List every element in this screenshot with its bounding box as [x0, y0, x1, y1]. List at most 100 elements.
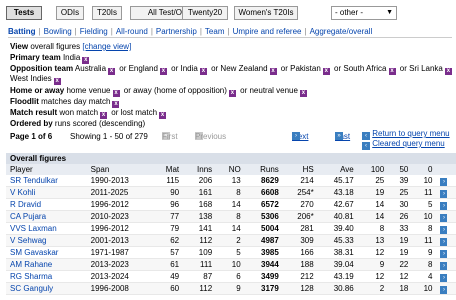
table-cell: 43.18 [317, 186, 358, 199]
remove-filter-icon[interactable]: x [112, 101, 120, 108]
remove-filter-icon[interactable]: x [322, 68, 330, 75]
remove-filter-icon[interactable]: x [299, 90, 307, 97]
row-details-button[interactable]: › [436, 198, 456, 211]
remove-filter-icon[interactable]: x [108, 68, 116, 75]
player-link[interactable]: SR Tendulkar [6, 175, 87, 187]
table-cell: 39 [388, 175, 413, 187]
nav-team[interactable]: Team [205, 27, 225, 36]
row-details-button[interactable]: › [436, 186, 456, 199]
table-cell: 10 [412, 210, 437, 223]
table-cell: 14 [357, 210, 389, 223]
nav-partnership[interactable]: Partnership [156, 27, 197, 36]
arrow-right-icon[interactable]: › [440, 262, 448, 270]
column-header[interactable]: Inns [183, 164, 217, 175]
remove-filter-icon[interactable]: x [53, 78, 61, 85]
table-cell: 188 [282, 258, 318, 271]
arrow-right-icon[interactable]: › [440, 226, 448, 234]
column-header[interactable]: NO [216, 164, 245, 175]
next-icon[interactable]: › [292, 132, 300, 140]
row-details-button[interactable]: › [436, 222, 456, 235]
nav-all-round[interactable]: All-round [116, 27, 148, 36]
player-link[interactable]: R Dravid [6, 198, 87, 211]
row-details-button[interactable]: › [436, 282, 456, 295]
table-cell: 8 [216, 186, 245, 199]
other-format-select[interactable]: - other - ▼ [331, 6, 397, 20]
table-row: SC Ganguly 1996-2008 60 112 9 3179 128 30.86 2 18… [6, 282, 456, 295]
row-details-button[interactable]: › [436, 210, 456, 223]
row-details-button[interactable]: › [436, 246, 456, 259]
row-details-button[interactable]: › [436, 234, 456, 247]
nav-bowling[interactable]: Bowling [44, 27, 72, 36]
chevron-down-icon: ▼ [386, 9, 393, 16]
remove-filter-icon[interactable]: x [199, 68, 207, 75]
column-header[interactable]: HS [282, 164, 318, 175]
row-details-button[interactable]: › [436, 270, 456, 283]
row-details-button[interactable]: › [436, 258, 456, 271]
arrow-right-icon[interactable]: › [440, 274, 448, 282]
player-link[interactable]: CA Pujara [6, 210, 87, 223]
table-cell: 14 [216, 222, 245, 235]
remove-filter-icon[interactable]: x [112, 90, 120, 97]
player-link[interactable]: V Kohli [6, 186, 87, 199]
table-cell: 43.19 [317, 270, 358, 283]
column-header[interactable]: 50 [388, 164, 413, 175]
column-header[interactable]: Mat [152, 164, 184, 175]
table-cell: 3499 [244, 270, 283, 283]
nav-fielding[interactable]: Fielding [80, 27, 108, 36]
player-link[interactable]: RG Sharma [6, 270, 87, 283]
last-icon[interactable]: » [335, 132, 343, 140]
column-header[interactable]: 100 [357, 164, 389, 175]
arrow-right-icon[interactable]: › [440, 214, 448, 222]
table-cell: 19 [388, 234, 413, 247]
arrow-right-icon[interactable]: › [440, 190, 448, 198]
remove-filter-icon[interactable]: x [100, 112, 108, 119]
column-header[interactable]: 0 [412, 164, 437, 175]
nav-aggregate[interactable]: Aggregate/overall [310, 27, 373, 36]
column-header[interactable]: Span [86, 164, 153, 175]
table-cell: 38.31 [317, 246, 358, 259]
arrow-right-icon[interactable]: › [440, 202, 448, 210]
remove-filter-icon[interactable]: x [159, 68, 167, 75]
column-header[interactable]: Player [6, 164, 87, 175]
table-cell: 90 [152, 186, 184, 199]
nav-umpire-referee[interactable]: Umpire and referee [233, 27, 302, 36]
remove-filter-icon[interactable]: x [228, 90, 236, 97]
arrow-right-icon[interactable]: › [440, 250, 448, 258]
other-select-value: - other - [335, 8, 364, 17]
remove-filter-icon[interactable]: x [159, 112, 167, 119]
tab-womens-t20is[interactable]: Women's T20Is [234, 6, 298, 20]
player-link[interactable]: V Sehwag [6, 234, 87, 247]
table-cell: 9 [216, 282, 245, 295]
table-cell: 1996-2012 [86, 222, 153, 235]
remove-filter-icon[interactable]: x [388, 68, 396, 75]
change-view-link[interactable]: [change view] [82, 42, 131, 51]
column-header[interactable]: Runs [244, 164, 283, 175]
row-details-button[interactable]: › [436, 175, 456, 187]
arrow-right-icon[interactable]: › [440, 238, 448, 246]
remove-filter-icon[interactable]: x [444, 68, 452, 75]
remove-filter-icon[interactable]: x [82, 57, 90, 64]
table-cell: 12 [357, 270, 389, 283]
table-cell: 39.04 [317, 258, 358, 271]
table-cell: 11 [412, 186, 437, 199]
column-header[interactable]: Ave [317, 164, 358, 175]
tab-t20is[interactable]: T20Is [92, 6, 122, 20]
player-link[interactable]: VVS Laxman [6, 222, 87, 235]
nav-batting[interactable]: Batting [8, 27, 36, 36]
arrow-right-icon[interactable]: › [440, 286, 448, 294]
table-cell: 13 [216, 175, 245, 187]
arrow-right-icon[interactable]: › [440, 178, 448, 186]
player-link[interactable]: SM Gavaskar [6, 246, 87, 259]
remove-filter-icon[interactable]: x [269, 68, 277, 75]
tab-tests[interactable]: Tests [6, 6, 42, 20]
tab-twenty20[interactable]: Twenty20 [182, 6, 228, 20]
table-cell: 22 [388, 258, 413, 271]
table-cell: 39.40 [317, 222, 358, 235]
table-cell: 3985 [244, 246, 283, 259]
player-link[interactable]: AM Rahane [6, 258, 87, 271]
tab-odis[interactable]: ODIs [56, 6, 84, 20]
table-cell: 3944 [244, 258, 283, 271]
opposition-line: Opposition team Australia x or England x o… [10, 64, 452, 75]
player-link[interactable]: SC Ganguly [6, 282, 87, 295]
cleared-query-link[interactable]: ‹ Cleared query menu [362, 139, 445, 150]
